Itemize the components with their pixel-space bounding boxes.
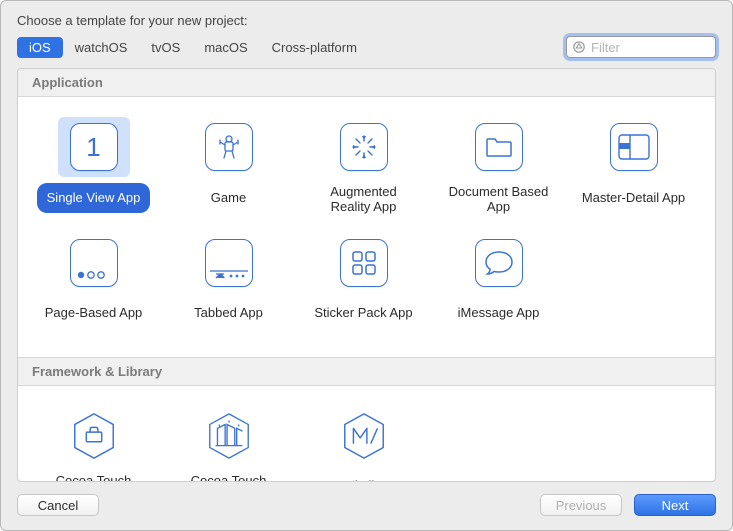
template-chooser-window: Choose a template for your new project: …	[0, 0, 733, 531]
template-label: Augmented Reality App	[300, 183, 428, 217]
template-label: Master-Detail App	[572, 183, 695, 213]
document-icon	[463, 117, 535, 177]
template-label: Metal Library	[316, 472, 411, 482]
cancel-button[interactable]: Cancel	[17, 494, 99, 516]
tabbed-icon	[193, 233, 265, 293]
template-cocoa-touch-framework[interactable]: Cocoa Touch Framework	[26, 406, 161, 482]
template-label: Cocoa Touch Static Library	[165, 472, 293, 482]
next-button[interactable]: Next	[634, 494, 716, 516]
template-document-based-app[interactable]: Document Based App	[431, 117, 566, 217]
game-icon	[193, 117, 265, 177]
template-augmented-reality-app[interactable]: Augmented Reality App	[296, 117, 431, 217]
template-label: Sticker Pack App	[304, 299, 422, 329]
section-header-application: Application	[18, 69, 715, 97]
template-game[interactable]: Game	[161, 117, 296, 217]
sticker-pack-icon	[328, 233, 400, 293]
single-view-icon: 1	[58, 117, 130, 177]
imessage-icon	[463, 233, 535, 293]
template-label: Cocoa Touch Framework	[30, 472, 158, 482]
filter-icon	[572, 40, 586, 54]
framework-icon	[58, 406, 130, 466]
template-cocoa-touch-static-library[interactable]: Cocoa Touch Static Library	[161, 406, 296, 482]
tab-ios[interactable]: iOS	[17, 37, 63, 58]
section-grid-framework: Cocoa Touch Framework Cocoa Touch Static…	[18, 386, 715, 482]
page-title: Choose a template for your new project:	[1, 1, 732, 36]
ar-icon	[328, 117, 400, 177]
template-tabbed-app[interactable]: Tabbed App	[161, 233, 296, 329]
footer-right-group: Previous Next	[540, 494, 716, 516]
template-label: Single View App	[37, 183, 151, 213]
template-page-based-app[interactable]: Page-Based App	[26, 233, 161, 329]
template-single-view-app[interactable]: 1 Single View App	[26, 117, 161, 217]
tab-macos[interactable]: macOS	[192, 37, 259, 58]
tab-cross-platform[interactable]: Cross-platform	[260, 37, 369, 58]
template-label: iMessage App	[448, 299, 550, 329]
page-based-icon	[58, 233, 130, 293]
footer: Cancel Previous Next	[1, 482, 732, 530]
metal-library-icon	[328, 406, 400, 466]
static-library-icon	[193, 406, 265, 466]
template-sticker-pack-app[interactable]: Sticker Pack App	[296, 233, 431, 329]
platform-tabs: iOS watchOS tvOS macOS Cross-platform	[17, 37, 369, 58]
tab-tvos[interactable]: tvOS	[139, 37, 192, 58]
template-label: Game	[201, 183, 256, 213]
master-detail-icon	[598, 117, 670, 177]
tab-watchos[interactable]: watchOS	[63, 37, 140, 58]
filter-input[interactable]	[566, 36, 716, 58]
template-list: Application 1 Single View App	[17, 68, 716, 482]
template-label: Document Based App	[435, 183, 563, 217]
template-imessage-app[interactable]: iMessage App	[431, 233, 566, 329]
template-label: Tabbed App	[184, 299, 273, 329]
template-master-detail-app[interactable]: Master-Detail App	[566, 117, 701, 217]
section-header-framework: Framework & Library	[18, 357, 715, 386]
template-metal-library[interactable]: Metal Library	[296, 406, 431, 482]
section-grid-application: 1 Single View App Game	[18, 97, 715, 357]
template-label: Page-Based App	[35, 299, 153, 329]
toolbar: iOS watchOS tvOS macOS Cross-platform	[1, 36, 732, 68]
previous-button[interactable]: Previous	[540, 494, 622, 516]
filter-field-wrap	[566, 36, 716, 58]
